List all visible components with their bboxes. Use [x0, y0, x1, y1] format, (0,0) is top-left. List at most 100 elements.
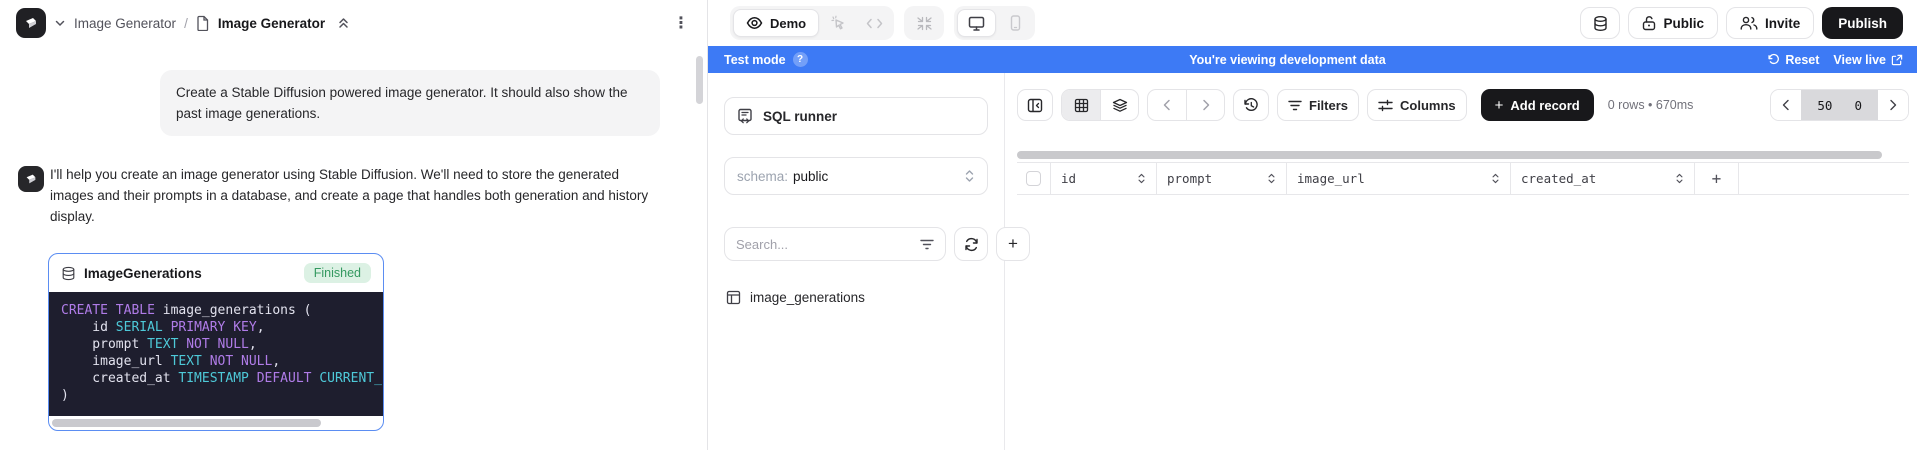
assistant-avatar: [18, 166, 44, 192]
column-label: created_at: [1521, 171, 1675, 186]
reset-icon: [1767, 53, 1780, 66]
image-generations-card[interactable]: ImageGenerations Finished CREATE TABLE i…: [48, 253, 384, 431]
pagination-control: 50 0: [1770, 89, 1909, 121]
pagination-values[interactable]: 50 0: [1801, 90, 1878, 120]
breadcrumb-project[interactable]: Image Generator: [74, 16, 176, 31]
column-header-prompt[interactable]: prompt: [1157, 163, 1287, 194]
sql-file-icon: [737, 108, 753, 125]
columns-button[interactable]: Columns: [1367, 89, 1467, 121]
select-mode-button[interactable]: [821, 9, 855, 37]
column-label: image_url: [1297, 171, 1491, 186]
app-logo[interactable]: [16, 8, 46, 38]
layers-view-button[interactable]: [1100, 90, 1138, 120]
schema-value: public: [793, 169, 964, 184]
table-toolbar: Filters Columns + Add record 0 rows • 67…: [1017, 89, 1909, 121]
sort-icon[interactable]: [1267, 172, 1276, 185]
chat-scrollbar[interactable]: [696, 56, 703, 104]
column-label: prompt: [1167, 171, 1267, 186]
demo-button-label: Demo: [770, 16, 806, 31]
schema-label: schema:: [737, 169, 788, 184]
cursor-click-icon: [830, 15, 846, 31]
logo-glyph: [23, 15, 39, 31]
grid-view-button[interactable]: [1062, 90, 1100, 120]
chat-panel: Create a Stable Diffusion powered image …: [0, 46, 708, 450]
database-button[interactable]: [1580, 7, 1620, 39]
top-bar: Image Generator / Image Generator ⋮ Demo: [0, 0, 1917, 46]
app-window: Image Generator / Image Generator ⋮ Demo: [0, 0, 1917, 450]
eye-icon: [746, 16, 763, 30]
search-input[interactable]: [736, 237, 912, 252]
filter-lines-icon: [1288, 100, 1302, 111]
sql-runner-button[interactable]: SQL runner: [724, 97, 988, 135]
pagination-next-button[interactable]: [1878, 90, 1908, 120]
chevron-right-icon: [1889, 99, 1897, 111]
collapse-chevrons-up-icon[interactable]: [337, 16, 350, 30]
unlock-icon: [1642, 15, 1656, 31]
schema-select[interactable]: schema: public: [724, 157, 988, 195]
chevron-down-icon[interactable]: [54, 17, 66, 29]
add-column-button[interactable]: +: [1695, 163, 1739, 194]
table-db-icon: [61, 266, 76, 281]
sort-icon[interactable]: [1675, 172, 1684, 185]
column-header-id[interactable]: id: [1051, 163, 1157, 194]
filters-label: Filters: [1309, 98, 1348, 113]
panel-left-close-icon: [1027, 98, 1043, 113]
filter-icon: [920, 239, 934, 250]
next-page-button[interactable]: [1186, 90, 1224, 120]
row-stats: 0 rows • 670ms: [1608, 98, 1694, 112]
demo-button[interactable]: Demo: [733, 9, 819, 37]
collapse-sidebar-button[interactable]: [1017, 89, 1053, 121]
database-sidebar: SQL runner schema: public: [708, 73, 1005, 450]
add-record-button[interactable]: + Add record: [1481, 89, 1594, 121]
columns-label: Columns: [1400, 98, 1456, 113]
card-title: ImageGenerations: [84, 266, 296, 281]
filters-button[interactable]: Filters: [1277, 89, 1359, 121]
search-field[interactable]: [724, 227, 946, 261]
public-button[interactable]: Public: [1628, 7, 1718, 39]
code-icon: [866, 17, 883, 30]
table-list-item[interactable]: image_generations: [724, 285, 988, 310]
monitor-icon: [968, 16, 985, 31]
column-header-image_url[interactable]: image_url: [1287, 163, 1511, 194]
desktop-view-button[interactable]: [957, 9, 996, 37]
database-icon: [1592, 15, 1609, 32]
table-header-row: id prompt image_url created_at +: [1017, 162, 1909, 195]
mode-segment-group: Demo: [730, 6, 894, 40]
layers-icon: [1112, 98, 1128, 113]
sql-code-block: CREATE TABLE image_generations ( id SERI…: [49, 292, 383, 416]
code-hscrollbar[interactable]: [49, 416, 383, 430]
card-header: ImageGenerations Finished: [49, 254, 383, 292]
top-bar-right: Demo: [708, 0, 1917, 46]
sort-icon[interactable]: [1491, 172, 1500, 185]
sql-code: CREATE TABLE image_generations ( id SERI…: [61, 302, 371, 404]
top-right-actions: Public Invite Publish: [1580, 7, 1903, 39]
sort-icon[interactable]: [1137, 172, 1146, 185]
kebab-menu-icon[interactable]: ⋮: [673, 13, 689, 33]
code-mode-button[interactable]: [857, 9, 891, 37]
chevron-up-down-icon: [964, 169, 975, 183]
help-icon[interactable]: ?: [793, 52, 808, 67]
invite-button[interactable]: Invite: [1726, 7, 1814, 39]
search-row: +: [724, 227, 988, 261]
device-segment-group: [954, 6, 1035, 40]
minimize-button[interactable]: [907, 9, 941, 37]
chevron-left-icon: [1163, 99, 1171, 111]
file-icon: [196, 15, 210, 31]
pagination-prev-button[interactable]: [1771, 90, 1801, 120]
sql-runner-label: SQL runner: [763, 109, 837, 124]
prev-page-button[interactable]: [1148, 90, 1186, 120]
mobile-view-button[interactable]: [998, 9, 1032, 37]
column-header-created_at[interactable]: created_at: [1511, 163, 1695, 194]
refresh-button[interactable]: [954, 227, 988, 261]
table-hscrollbar[interactable]: [1017, 151, 1909, 159]
resize-group: [904, 6, 944, 40]
record-nav-group: [1147, 89, 1225, 121]
select-all-checkbox[interactable]: [1026, 171, 1041, 186]
history-button[interactable]: [1233, 89, 1269, 121]
grid-icon: [1074, 98, 1089, 113]
invite-button-label: Invite: [1765, 16, 1800, 31]
publish-button[interactable]: Publish: [1822, 7, 1903, 39]
view-live-link[interactable]: View live: [1833, 53, 1903, 67]
minimize-icon: [917, 16, 932, 31]
reset-button[interactable]: Reset: [1767, 53, 1819, 67]
